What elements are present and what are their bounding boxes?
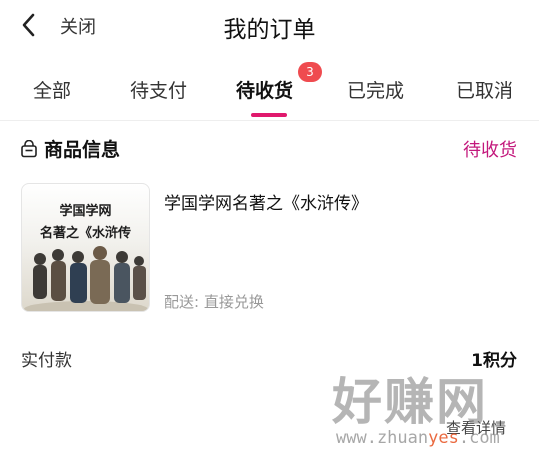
image-caption-line1: 学国学网 xyxy=(59,204,112,219)
card-header: 商品信息 xyxy=(20,135,120,162)
tab-pending-receipt[interactable]: 待收货 xyxy=(236,76,293,103)
view-details-button[interactable]: 查看详情 xyxy=(430,413,522,443)
shopping-bag-icon xyxy=(21,139,37,157)
back-button[interactable] xyxy=(14,10,44,40)
chevron-left-icon xyxy=(22,13,35,37)
product-image[interactable]: 学国学网 名著之《水浒传 xyxy=(21,183,150,312)
paid-amount-value: 1积分 xyxy=(471,351,517,371)
tab-count-badge: 3 xyxy=(298,62,322,82)
nav-bar: 关闭 我的订单 xyxy=(0,0,539,56)
tab-pending-payment[interactable]: 待支付 xyxy=(130,76,187,103)
delivery-method: 配送: 直接兑换 xyxy=(164,293,264,311)
order-card[interactable]: 商品信息 待收货 学国学网 名著之《水浒传 学国学网名著之《水浒传》 配送: 直… xyxy=(0,121,539,463)
order-status: 待收货 xyxy=(463,140,517,161)
tab-cancelled[interactable]: 已取消 xyxy=(456,76,513,103)
product-name[interactable]: 学国学网名著之《水浒传》 xyxy=(164,189,368,214)
order-status-tabs: 全部 待支付 待收货 已完成 已取消 xyxy=(0,56,539,120)
close-button[interactable]: 关闭 xyxy=(60,13,96,39)
paid-amount-label: 实付款 xyxy=(21,351,72,371)
tab-all[interactable]: 全部 xyxy=(33,76,71,103)
active-tab-indicator xyxy=(251,113,287,117)
section-title: 商品信息 xyxy=(44,139,121,161)
book-cover-figures xyxy=(24,246,148,311)
tab-completed[interactable]: 已完成 xyxy=(347,76,404,103)
